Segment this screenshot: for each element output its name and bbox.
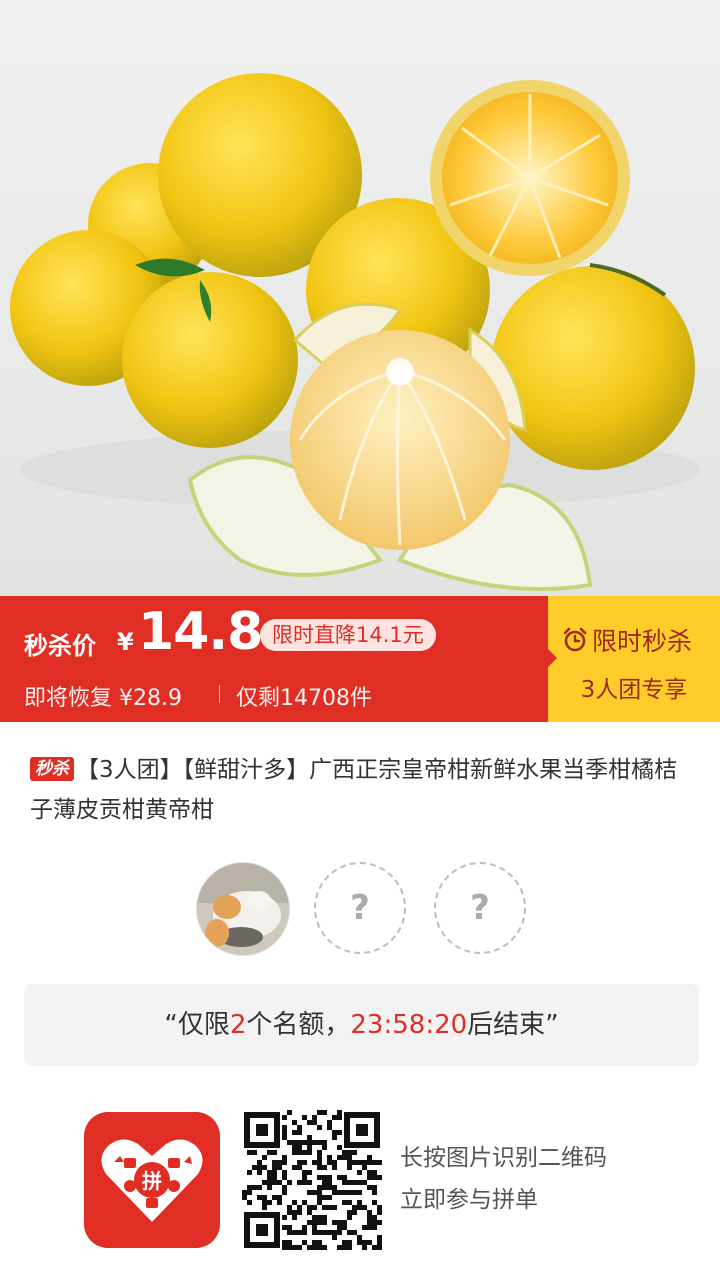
group-members: ? ? (0, 860, 720, 956)
group-exclusive-label: 3人团专享 (580, 677, 688, 703)
avatar[interactable] (196, 862, 290, 956)
badge-notch (547, 648, 557, 668)
quota-suffix: 后结束” (467, 1010, 559, 1040)
price-banner: 秒杀价 ¥ 14.8 限时直降14.1元 即将恢复 ¥28.9 仅剩14708件… (0, 596, 720, 722)
qr-instruction: 长按图片识别二维码 立即参与拼单 (400, 1137, 607, 1221)
alarm-clock-icon (563, 627, 587, 652)
flash-sale-row: 限时秒杀 (562, 622, 692, 658)
flash-sale-title: 限时秒杀 (592, 627, 693, 656)
quota-countdown: “仅限2个名额，23:58:20后结束” (24, 984, 699, 1066)
quota-prefix: “仅限 (164, 1010, 230, 1040)
price-value: 14.8 (138, 602, 263, 662)
price-label: 秒杀价 (24, 632, 96, 660)
currency-symbol: ¥ (117, 628, 134, 656)
discount-badge: 限时直降14.1元 (260, 619, 436, 651)
flash-sale-badge: 限时秒杀 3人团专享 (547, 596, 720, 722)
empty-member-slot[interactable]: ? (314, 862, 406, 954)
product-image[interactable] (0, 0, 720, 596)
qr-hint-line-2: 立即参与拼单 (400, 1187, 538, 1213)
countdown-timer: 23:58:20 (350, 1010, 468, 1040)
quota-count: 2 (229, 1010, 247, 1040)
quota-middle: 个名额， (246, 1010, 351, 1040)
stock-remaining: 仅剩14708件 (236, 686, 372, 711)
svg-text:拼: 拼 (142, 1169, 162, 1193)
original-price-text: 即将恢复 ¥28.9 (24, 686, 182, 711)
qr-hint-line-1: 长按图片识别二维码 (400, 1145, 607, 1171)
pinduoduo-logo: 拼 (84, 1112, 220, 1248)
seckill-tag: 秒杀 (30, 757, 74, 781)
price-section: 秒杀价 ¥ 14.8 限时直降14.1元 即将恢复 ¥28.9 仅剩14708件 (0, 596, 548, 722)
divider (219, 685, 220, 703)
product-title-text: 【3人团】【鲜甜汁多】广西正宗皇帝柑新鲜水果当季柑橘桔子薄皮贡柑黄帝柑 (30, 757, 678, 823)
empty-member-slot[interactable]: ? (434, 862, 526, 954)
qr-code[interactable] (242, 1110, 382, 1250)
product-title[interactable]: 秒杀 【3人团】【鲜甜汁多】广西正宗皇帝柑新鲜水果当季柑橘桔子薄皮贡柑黄帝柑 (30, 750, 690, 830)
